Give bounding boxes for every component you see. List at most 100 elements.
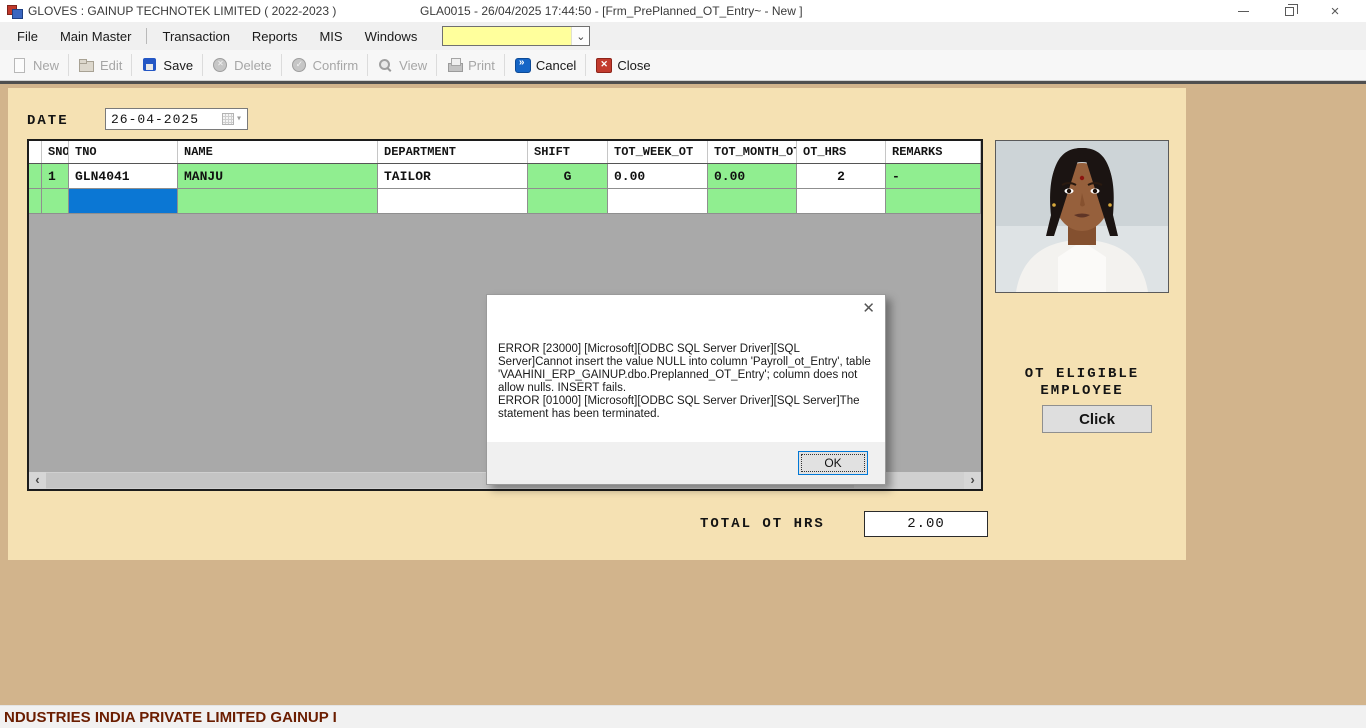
minimize-icon <box>1238 11 1249 12</box>
grid-header-row: SNO TNO NAME DEPARTMENT SHIFT TOT_WEEK_O… <box>29 141 981 164</box>
table-cell-shift[interactable]: G <box>528 164 608 189</box>
col-header-name[interactable]: NAME <box>178 141 378 163</box>
toolbar: New Edit Save Delete Confirm View Print … <box>0 50 1366 81</box>
table-cell-ot-hrs[interactable]: 2 <box>797 164 886 189</box>
menu-item-reports[interactable]: Reports <box>241 24 309 49</box>
toolbar-separator <box>131 54 132 76</box>
error-dialog: ✕ ERROR [23000] [Microsoft][ODBC SQL Ser… <box>486 294 886 485</box>
window-controls: × <box>1220 0 1358 22</box>
app-icon <box>7 4 22 18</box>
col-header-shift[interactable]: SHIFT <box>528 141 608 163</box>
table-cell[interactable] <box>708 189 797 214</box>
close-button[interactable]: Close <box>588 54 657 76</box>
col-header-ot-hrs[interactable]: OT_HRS <box>797 141 886 163</box>
restore-icon <box>1285 7 1294 16</box>
date-dropdown-arrow[interactable]: ▾ <box>234 113 247 125</box>
dialog-close-icon[interactable]: ✕ <box>862 299 875 317</box>
view-magnifier-icon <box>377 57 394 73</box>
table-cell-tno[interactable]: GLN4041 <box>69 164 178 189</box>
table-cell[interactable] <box>378 189 528 214</box>
new-page-icon <box>11 57 28 73</box>
employee-photo <box>995 140 1169 293</box>
table-cell-remarks[interactable]: - <box>886 164 981 189</box>
col-header-tno[interactable]: TNO <box>69 141 178 163</box>
status-bar: NDUSTRIES INDIA PRIVATE LIMITED GAINUP I <box>0 705 1366 728</box>
error-message: ERROR [23000] [Microsoft][ODBC SQL Serve… <box>498 343 876 421</box>
scroll-left-arrow[interactable]: ‹ <box>29 472 46 489</box>
table-cell[interactable] <box>608 189 708 214</box>
table-cell-tot-month-ot[interactable]: 0.00 <box>708 164 797 189</box>
table-row-new <box>29 189 981 214</box>
calendar-icon[interactable] <box>222 113 234 125</box>
application-window: GLOVES : GAINUP TECHNOTEK LIMITED ( 2022… <box>0 0 1366 728</box>
ok-button[interactable]: OK <box>798 451 868 475</box>
toolbar-separator <box>68 54 69 76</box>
toolbar-separator <box>202 54 203 76</box>
delete-icon <box>212 57 229 73</box>
table-cell-department[interactable]: TAILOR <box>378 164 528 189</box>
col-header-tot-week-ot[interactable]: TOT_WEEK_OT <box>608 141 708 163</box>
table-cell[interactable] <box>797 189 886 214</box>
menu-bar: File Main Master Transaction Reports MIS… <box>0 22 1366 50</box>
ot-eligible-caption: OT ELIGIBLE EMPLOYEE <box>983 366 1181 400</box>
print-icon <box>446 57 463 73</box>
scroll-right-arrow[interactable]: › <box>964 472 981 489</box>
confirm-button[interactable]: Confirm <box>284 54 366 76</box>
chevron-down-icon[interactable]: ⌄ <box>571 27 589 45</box>
save-button[interactable]: Save <box>134 54 200 76</box>
toolbar-separator <box>367 54 368 76</box>
date-label: DATE <box>27 113 69 129</box>
close-window-button[interactable]: × <box>1312 0 1358 22</box>
col-header-sno[interactable]: SNO <box>42 141 69 163</box>
date-value: 26-04-2025 <box>111 112 199 127</box>
minimize-button[interactable] <box>1220 0 1266 22</box>
row-indicator <box>29 189 42 214</box>
toolbar-separator <box>585 54 586 76</box>
print-button[interactable]: Print <box>439 54 502 76</box>
menu-separator <box>146 28 147 44</box>
restore-button[interactable] <box>1266 0 1312 22</box>
row-indicator <box>29 164 42 189</box>
selected-cell[interactable] <box>69 189 178 214</box>
close-icon <box>595 57 612 73</box>
table-cell-name[interactable]: MANJU <box>178 164 378 189</box>
ot-eligible-line2: EMPLOYEE <box>983 383 1181 400</box>
toolbar-separator <box>281 54 282 76</box>
col-header-remarks[interactable]: REMARKS <box>886 141 981 163</box>
table-cell[interactable] <box>528 189 608 214</box>
employee-photo-image <box>996 141 1168 292</box>
edit-button[interactable]: Edit <box>71 54 129 76</box>
table-cell[interactable] <box>886 189 981 214</box>
menu-item-main-master[interactable]: Main Master <box>49 24 143 49</box>
view-button[interactable]: View <box>370 54 434 76</box>
menu-item-file[interactable]: File <box>6 24 49 49</box>
quick-search-combobox[interactable]: ⌄ <box>442 26 590 46</box>
status-marquee-text: NDUSTRIES INDIA PRIVATE LIMITED GAINUP I <box>0 709 337 726</box>
new-button[interactable]: New <box>4 54 66 76</box>
edit-folder-icon <box>78 57 95 73</box>
title-bar: GLOVES : GAINUP TECHNOTEK LIMITED ( 2022… <box>0 0 1366 22</box>
table-row: 1 GLN4041 MANJU TAILOR G 0.00 0.00 2 - <box>29 164 981 189</box>
table-cell-sno[interactable]: 1 <box>42 164 69 189</box>
click-button[interactable]: Click <box>1042 405 1152 433</box>
date-picker[interactable]: 26-04-2025 ▾ <box>105 108 248 130</box>
toolbar-separator <box>504 54 505 76</box>
delete-button[interactable]: Delete <box>205 54 279 76</box>
table-cell[interactable] <box>42 189 69 214</box>
menu-item-transaction[interactable]: Transaction <box>151 24 240 49</box>
mdi-child-title: GLA0015 - 26/04/2025 17:44:50 - [Frm_Pre… <box>420 4 803 18</box>
col-header-department[interactable]: DEPARTMENT <box>378 141 528 163</box>
dialog-footer: OK <box>487 442 885 484</box>
total-ot-hrs-field[interactable]: 2.00 <box>864 511 988 537</box>
toolbar-separator <box>436 54 437 76</box>
ot-eligible-line1: OT ELIGIBLE <box>983 366 1181 383</box>
cancel-icon <box>514 57 531 73</box>
cancel-button[interactable]: Cancel <box>507 54 583 76</box>
table-cell-tot-week-ot[interactable]: 0.00 <box>608 164 708 189</box>
window-title: GLOVES : GAINUP TECHNOTEK LIMITED ( 2022… <box>28 4 336 18</box>
row-indicator-header <box>29 141 42 163</box>
table-cell[interactable] <box>178 189 378 214</box>
menu-item-windows[interactable]: Windows <box>354 24 429 49</box>
col-header-tot-month-ot[interactable]: TOT_MONTH_OT <box>708 141 797 163</box>
menu-item-mis[interactable]: MIS <box>308 24 353 49</box>
